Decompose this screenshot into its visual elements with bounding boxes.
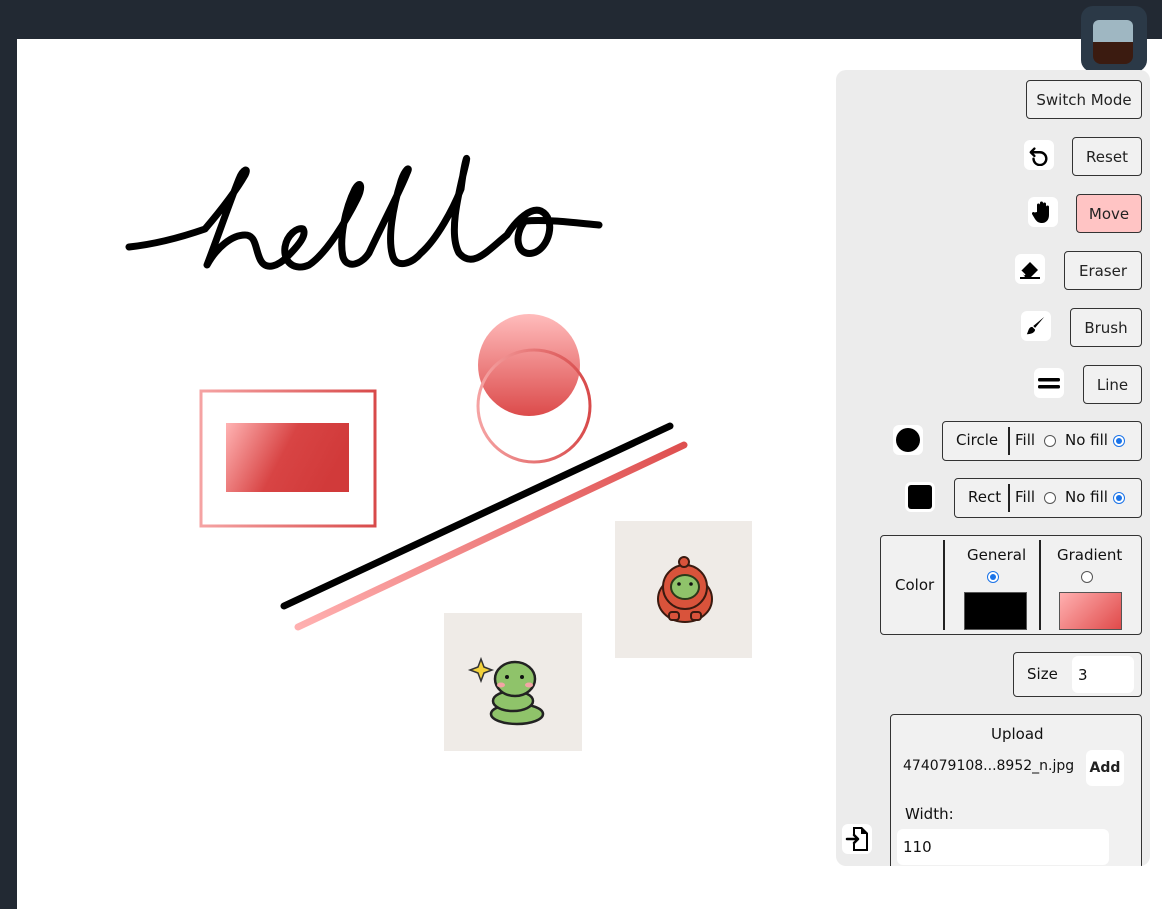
tool-panel: Switch Mode Reset Move Eraser Brush Line…	[836, 70, 1150, 866]
square-icon[interactable]	[905, 482, 935, 512]
upload-title: Upload	[991, 725, 1044, 743]
switch-mode-button[interactable]: Switch Mode	[1026, 80, 1142, 119]
size-label: Size	[1027, 665, 1058, 683]
add-image-button[interactable]: Add	[1086, 750, 1124, 786]
brush-button[interactable]: Brush	[1070, 308, 1142, 347]
gradient-color-radio[interactable]	[1081, 571, 1093, 583]
reset-button[interactable]: Reset	[1072, 137, 1142, 176]
rect-filled-shape	[226, 423, 349, 492]
width-input[interactable]: 110	[897, 829, 1109, 865]
general-color-radio[interactable]	[987, 571, 999, 583]
gradient-color-swatch[interactable]	[1059, 592, 1122, 630]
rect-nofill-label: No fill	[1065, 488, 1108, 506]
move-button[interactable]: Move	[1076, 194, 1142, 233]
circle-label[interactable]: Circle	[956, 431, 998, 449]
color-group: Color General Gradient	[880, 535, 1142, 635]
undo-icon[interactable]	[1024, 140, 1054, 170]
circle-tool-group: Circle Fill No fill	[942, 421, 1142, 461]
brush-icon[interactable]	[1021, 311, 1051, 341]
size-group: Size 3	[1013, 652, 1142, 697]
width-label: Width:	[905, 805, 954, 823]
hand-icon[interactable]	[1028, 197, 1058, 227]
circle-icon[interactable]	[893, 425, 923, 455]
circle-fill-radio[interactable]	[1044, 435, 1056, 447]
circle-nofill-label: No fill	[1065, 431, 1108, 449]
circle-nofill-radio[interactable]	[1113, 435, 1125, 447]
general-color-label: General	[967, 546, 1027, 564]
circle-fill-label: Fill	[1015, 431, 1036, 449]
eraser-button[interactable]: Eraser	[1064, 251, 1142, 290]
size-input[interactable]: 3	[1072, 656, 1134, 693]
general-color-swatch[interactable]	[964, 592, 1027, 630]
handwriting-hello	[125, 154, 603, 271]
upload-group: Upload 474079108...8952_n.jpg Add Width:…	[890, 714, 1142, 866]
line-button[interactable]: Line	[1083, 365, 1142, 404]
file-import-icon[interactable]	[842, 824, 872, 854]
user-avatar[interactable]	[1081, 6, 1147, 72]
rect-fill-label: Fill	[1015, 488, 1036, 506]
gradient-color-label: Gradient	[1057, 546, 1123, 564]
rect-fill-radio[interactable]	[1044, 492, 1056, 504]
circle-filled-shape	[478, 314, 580, 416]
color-label: Color	[895, 576, 935, 594]
sticker-image-hooded-snake[interactable]	[615, 521, 752, 658]
line-icon[interactable]	[1034, 368, 1064, 398]
upload-filename[interactable]: 474079108...8952_n.jpg	[903, 758, 1074, 774]
eraser-icon[interactable]	[1015, 254, 1045, 284]
rect-nofill-radio[interactable]	[1113, 492, 1125, 504]
sticker-image-green-snake[interactable]	[444, 613, 582, 751]
rect-label[interactable]: Rect	[968, 488, 1001, 506]
rect-tool-group: Rect Fill No fill	[954, 478, 1142, 518]
